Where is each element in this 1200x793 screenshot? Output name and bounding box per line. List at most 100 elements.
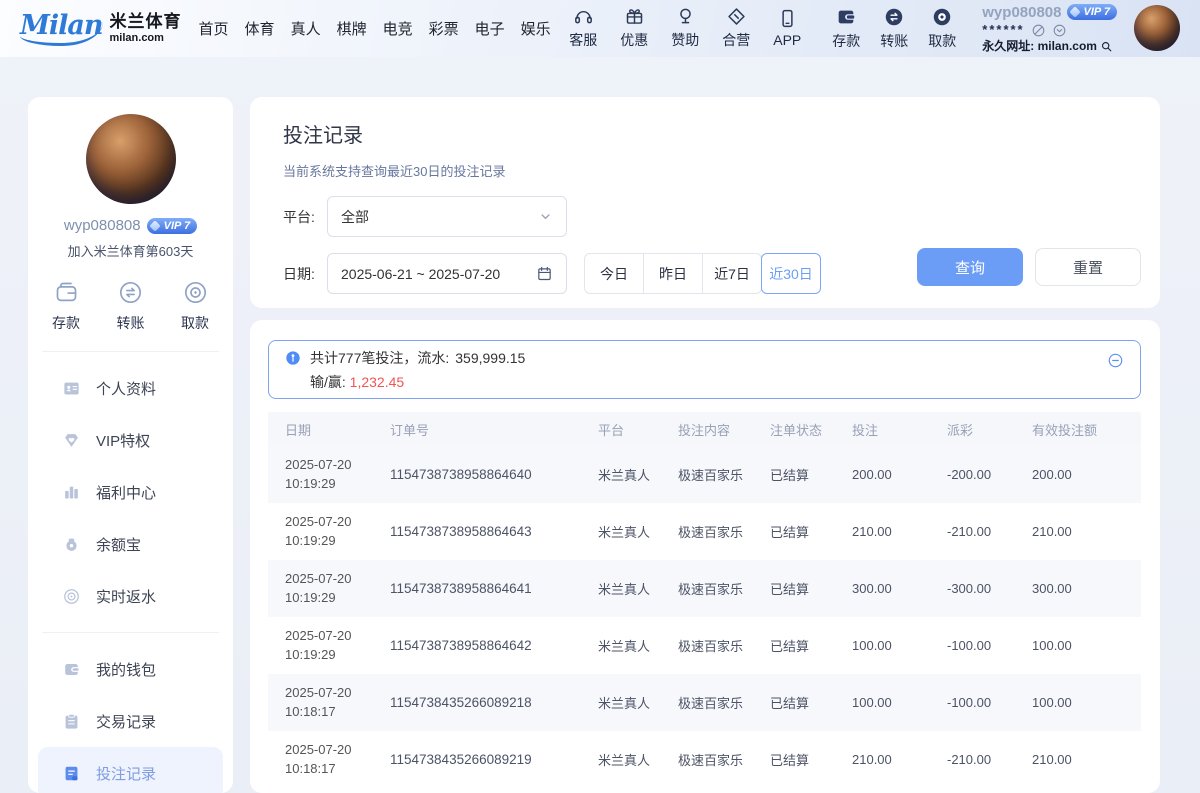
partner-link[interactable]: 合营	[715, 6, 757, 50]
summary-total: 共计777笔投注，流水:	[310, 348, 449, 368]
sidebar-item-bet-records[interactable]: 投注记录	[38, 747, 223, 793]
topbar: Milan 米兰体育 milan.com 首页 体育 真人 棋牌 电竞 彩票 电…	[0, 0, 1200, 57]
headset-icon	[573, 6, 594, 27]
col-status: 注单状态	[770, 420, 852, 439]
col-order: 订单号	[390, 420, 598, 439]
chevron-circle-icon[interactable]	[1052, 23, 1067, 38]
deposit-link[interactable]: 存款	[825, 6, 867, 51]
sidebar-item-transactions[interactable]: 交易记录	[38, 695, 223, 747]
logo-wordmark: Milan	[20, 12, 103, 46]
platform-filter-row: 平台: 全部	[283, 196, 1141, 237]
date-range-input[interactable]: 2025-06-21 ~ 2025-07-20	[327, 253, 567, 294]
wallet-icon	[53, 279, 80, 306]
transfer-link[interactable]: 转账	[873, 6, 915, 51]
site-logo[interactable]: Milan 米兰体育 milan.com	[20, 12, 182, 46]
sidebar-item-rebate[interactable]: 实时返水	[38, 570, 223, 622]
records-card: 共计777笔投注，流水: 359,999.15 输/赢: 1,232.45 日期…	[250, 320, 1160, 793]
page-title: 投注记录	[283, 119, 1141, 148]
winloss-value: 1,232.45	[350, 374, 405, 390]
col-bet: 投注	[852, 420, 947, 439]
vip-gem-icon	[62, 431, 81, 450]
app-icon	[777, 8, 798, 29]
user-meta: wyp080808 VIP 7 ****** 永久网址: milan.com	[982, 3, 1117, 55]
transfer-icon	[883, 6, 905, 28]
winloss-label: 输/赢:	[310, 374, 346, 390]
permanent-url: 永久网址: milan.com	[982, 39, 1097, 55]
sidebar-item-yuebao[interactable]: 余额宝	[38, 518, 223, 570]
info-icon	[285, 350, 301, 366]
magnifier-icon[interactable]	[1100, 40, 1113, 53]
sponsor-link[interactable]: 赞助	[664, 6, 706, 50]
app-link[interactable]: APP	[766, 8, 808, 48]
nav-slots[interactable]: 电子	[475, 18, 505, 39]
welfare-icon	[62, 483, 81, 502]
query-button[interactable]: 查询	[917, 248, 1023, 286]
col-content: 投注内容	[678, 420, 770, 439]
deposit-icon	[835, 6, 857, 28]
platform-label: 平台:	[283, 207, 327, 227]
sidebar-item-profile[interactable]: 个人资料	[38, 362, 223, 414]
quick-transfer[interactable]: 转账	[117, 279, 145, 333]
table-row: 2025-07-2010:19:29 1154738738958864643 米…	[268, 503, 1141, 560]
promo-link[interactable]: 优惠	[613, 6, 655, 50]
range-7d-button[interactable]: 近7日	[702, 253, 762, 294]
eye-off-icon[interactable]	[1031, 23, 1046, 38]
collapse-summary-button[interactable]	[1107, 352, 1124, 369]
quick-withdraw[interactable]: 取款	[181, 279, 209, 333]
reset-button[interactable]: 重置	[1035, 248, 1141, 286]
sidebar-item-welfare[interactable]: 福利中心	[38, 466, 223, 518]
table-row: 2025-07-2010:19:29 1154738738958864641 米…	[268, 560, 1141, 617]
platform-select[interactable]: 全部	[327, 196, 567, 237]
service-link[interactable]: 客服	[562, 6, 604, 50]
gift-icon	[624, 6, 645, 27]
range-yesterday-button[interactable]: 昨日	[643, 253, 703, 294]
table-row: 2025-07-2010:19:29 1154738738958864642 米…	[268, 617, 1141, 674]
topbar-username: wyp080808	[982, 3, 1061, 23]
sidebar: wyp080808 VIP 7 加入米兰体育第603天 存款 转账 取款 个人资…	[28, 97, 233, 793]
sidebar-username: wyp080808	[64, 217, 141, 234]
rebate-icon	[62, 587, 81, 606]
table-header-row: 日期 订单号 平台 投注内容 注单状态 投注 派彩 有效投注额	[268, 412, 1141, 446]
wallet-icon	[62, 660, 81, 679]
partner-icon	[726, 6, 747, 27]
col-date: 日期	[268, 420, 390, 439]
user-avatar[interactable]	[1134, 5, 1180, 51]
masked-balance: ******	[982, 22, 1024, 39]
quick-deposit[interactable]: 存款	[52, 279, 80, 333]
sidebar-item-vip[interactable]: VIP特权	[38, 414, 223, 466]
calendar-icon	[536, 265, 553, 282]
date-range-presets: 今日 昨日 近7日 近30日	[584, 253, 821, 294]
withdraw-icon	[182, 279, 209, 306]
piggy-bank-icon	[62, 535, 81, 554]
bet-records-table: 日期 订单号 平台 投注内容 注单状态 投注 派彩 有效投注额 2025-07-…	[268, 412, 1141, 788]
withdraw-icon	[931, 6, 953, 28]
withdraw-link[interactable]: 取款	[921, 6, 963, 51]
nav-entertainment[interactable]: 娱乐	[521, 18, 551, 39]
nav-sports[interactable]: 体育	[245, 18, 275, 39]
sidebar-menu-primary: 个人资料 VIP特权 福利中心 余额宝 实时返水	[28, 352, 233, 622]
nav-live[interactable]: 真人	[291, 18, 321, 39]
transfer-icon	[117, 279, 144, 306]
nav-chess[interactable]: 棋牌	[337, 18, 367, 39]
table-row: 2025-07-2010:19:29 1154738738958864640 米…	[268, 446, 1141, 503]
range-today-button[interactable]: 今日	[584, 253, 644, 294]
summary-turnover: 359,999.15	[455, 350, 525, 366]
col-platform: 平台	[598, 420, 678, 439]
nav-esports[interactable]: 电竞	[383, 18, 413, 39]
col-payout: 派彩	[947, 420, 1032, 439]
summary-banner: 共计777笔投注，流水: 359,999.15 输/赢: 1,232.45	[268, 340, 1141, 399]
sidebar-vip-badge[interactable]: VIP 7	[147, 218, 198, 234]
sponsor-icon	[675, 6, 696, 27]
date-label: 日期:	[283, 264, 327, 284]
logo-domain: milan.com	[110, 32, 182, 44]
sidebar-menu-secondary: 我的钱包 交易记录 投注记录	[28, 633, 233, 793]
sidebar-item-wallet[interactable]: 我的钱包	[38, 643, 223, 695]
vip-badge[interactable]: VIP 7	[1067, 4, 1118, 20]
chevron-down-icon	[538, 209, 553, 224]
nav-lottery[interactable]: 彩票	[429, 18, 459, 39]
table-row: 2025-07-2010:18:17 1154738435266089219 米…	[268, 731, 1141, 788]
quick-actions: 存款 转账 取款	[28, 260, 233, 351]
range-30d-button[interactable]: 近30日	[761, 253, 821, 294]
nav-home[interactable]: 首页	[199, 18, 229, 39]
profile-avatar[interactable]	[86, 114, 176, 204]
